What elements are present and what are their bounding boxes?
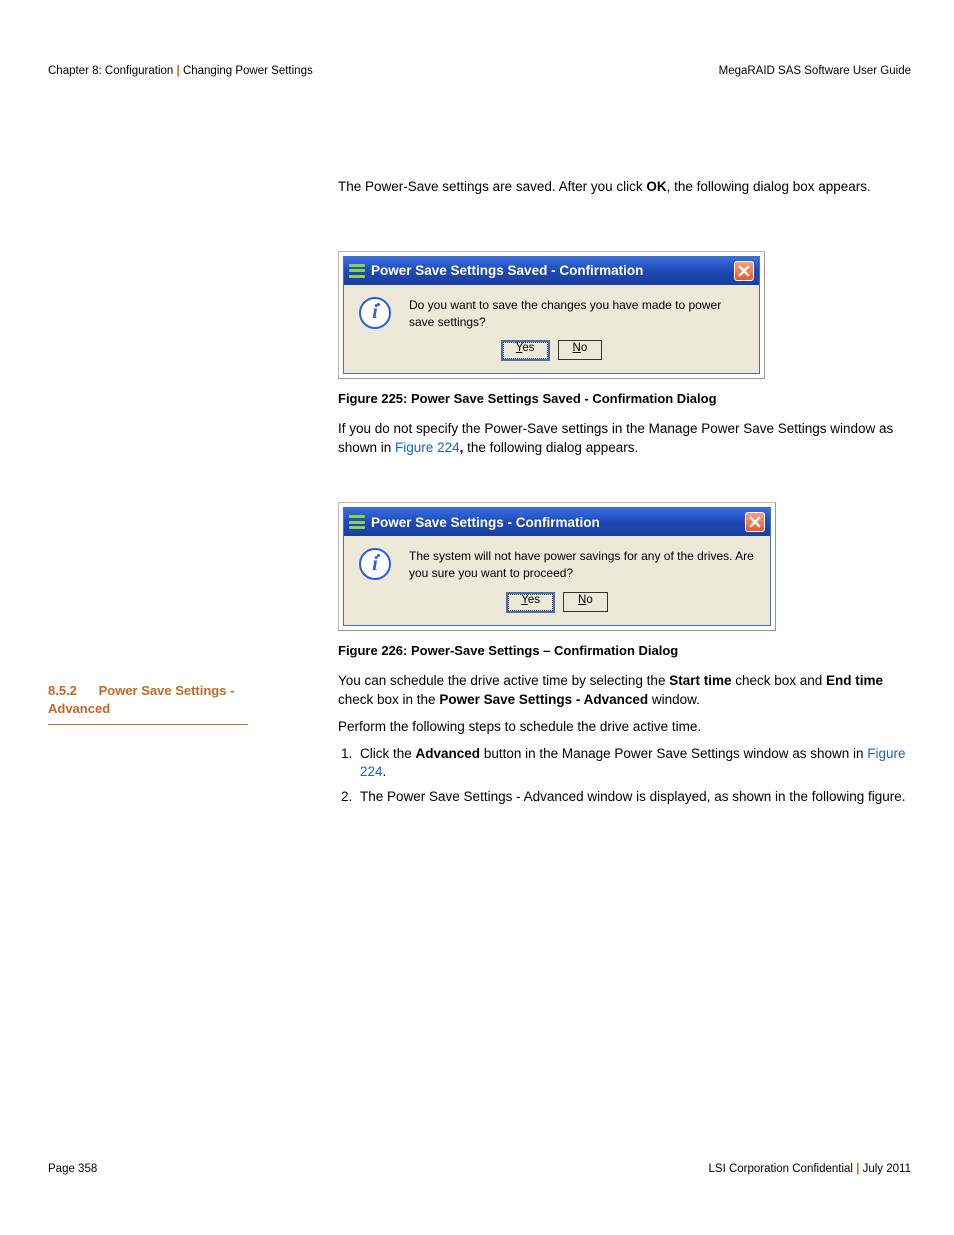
figure-226-caption: Figure 226: Power-Save Settings – Confir… bbox=[338, 643, 911, 658]
info-icon: i bbox=[359, 548, 391, 580]
close-button[interactable] bbox=[745, 512, 765, 532]
yes-button[interactable]: Yes bbox=[501, 340, 550, 361]
footer-date: July 2011 bbox=[863, 1163, 911, 1175]
footer-divider: | bbox=[856, 1163, 859, 1175]
dialog-container-1: Power Save Settings Saved - Confirmation… bbox=[338, 251, 765, 380]
steps-list: Click the Advanced button in the Manage … bbox=[338, 745, 911, 808]
dialog-titlebar: Power Save Settings - Confirmation bbox=[344, 508, 770, 536]
header-divider: | bbox=[177, 65, 180, 77]
step-2: The Power Save Settings - Advanced windo… bbox=[356, 788, 911, 807]
app-icon bbox=[349, 514, 365, 530]
figure-224-link[interactable]: Figure 224 bbox=[395, 440, 460, 455]
close-button[interactable] bbox=[734, 261, 754, 281]
info-icon: i bbox=[359, 297, 391, 329]
no-button[interactable]: No bbox=[558, 340, 603, 360]
intro-paragraph: The Power-Save settings are saved. After… bbox=[338, 178, 911, 197]
intro-pre: The Power-Save settings are saved. After… bbox=[338, 179, 646, 194]
dialog-message: Do you want to save the changes you have… bbox=[409, 297, 749, 331]
section-heading: 8.5.2 Power Save Settings - Advanced bbox=[48, 682, 248, 725]
dialog-container-2: Power Save Settings - Confirmation i The… bbox=[338, 502, 776, 631]
dialog-title: Power Save Settings - Confirmation bbox=[371, 515, 600, 530]
confirmation-dialog-2: Power Save Settings - Confirmation i The… bbox=[343, 507, 771, 626]
app-icon bbox=[349, 263, 365, 279]
yes-button[interactable]: Yes bbox=[506, 592, 555, 613]
footer-confidential: LSI Corporation Confidential bbox=[709, 1163, 853, 1175]
para-4: Perform the following steps to schedule … bbox=[338, 718, 911, 737]
section-number: 8.5.2 bbox=[48, 683, 77, 698]
step-1: Click the Advanced button in the Manage … bbox=[356, 745, 911, 783]
header-doc-title: MegaRAID SAS Software User Guide bbox=[719, 65, 911, 77]
para-2: If you do not specify the Power-Save set… bbox=[338, 420, 911, 458]
dialog-titlebar: Power Save Settings Saved - Confirmation bbox=[344, 257, 759, 285]
figure-225-caption: Figure 225: Power Save Settings Saved - … bbox=[338, 391, 911, 406]
intro-bold: OK bbox=[646, 179, 666, 194]
header-left: Chapter 8: Configuration | Changing Powe… bbox=[48, 65, 313, 77]
footer-right: LSI Corporation Confidential | July 2011 bbox=[709, 1163, 912, 1175]
dialog-title: Power Save Settings Saved - Confirmation bbox=[371, 263, 643, 278]
intro-post: , the following dialog box appears. bbox=[667, 179, 871, 194]
para-3: You can schedule the drive active time b… bbox=[338, 672, 911, 710]
header-section: Changing Power Settings bbox=[183, 65, 313, 77]
footer-page: Page 358 bbox=[48, 1163, 97, 1175]
no-button[interactable]: No bbox=[563, 592, 608, 612]
dialog-message: The system will not have power savings f… bbox=[409, 548, 760, 582]
header-chapter: Chapter 8: Configuration bbox=[48, 65, 173, 77]
confirmation-dialog-1: Power Save Settings Saved - Confirmation… bbox=[343, 256, 760, 375]
